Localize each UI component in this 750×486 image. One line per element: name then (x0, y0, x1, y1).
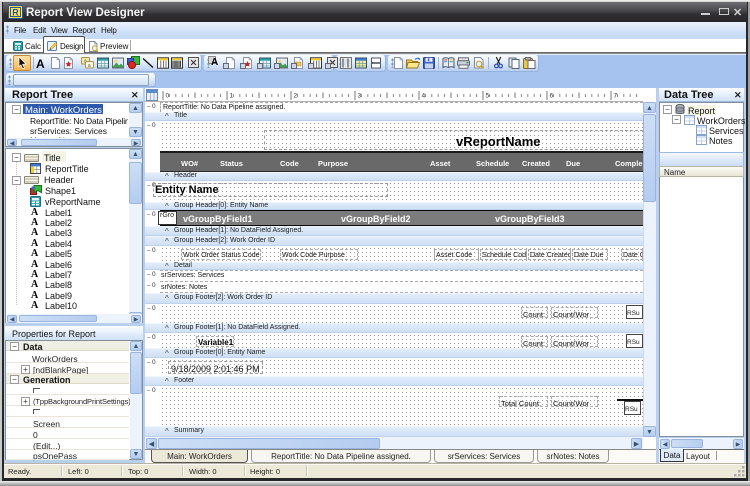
svg-text:1: 1 (230, 93, 234, 100)
svg-text:R: R (12, 8, 19, 18)
svg-text:0: 0 (166, 93, 170, 100)
svg-text:a: a (88, 63, 91, 69)
